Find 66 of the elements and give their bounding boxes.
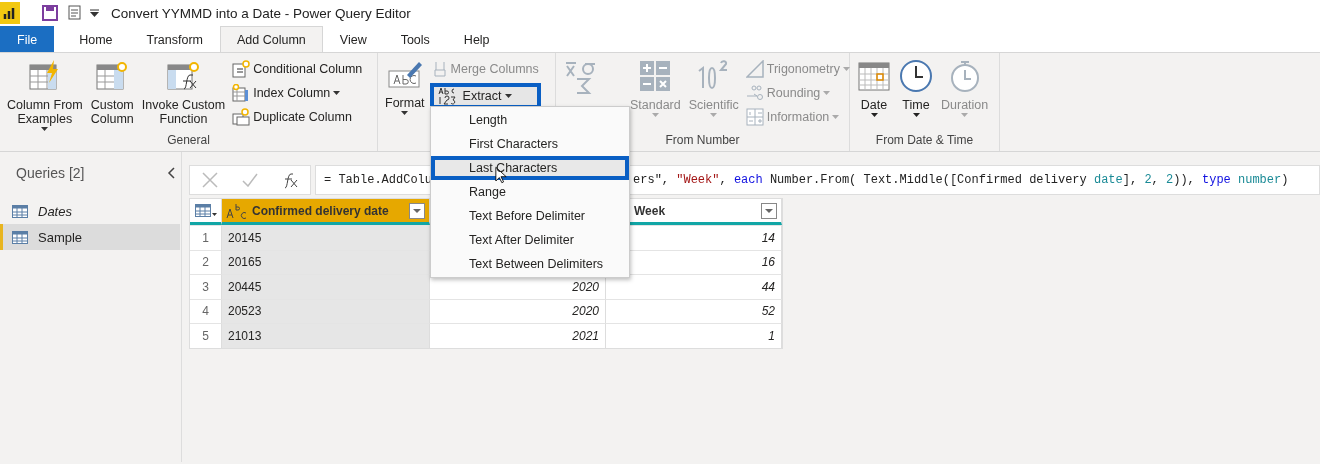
- file-tab[interactable]: File: [0, 26, 55, 52]
- text-type-icon: [226, 202, 248, 219]
- ribbon-button[interactable]: Index Column: [230, 83, 365, 103]
- format-button[interactable]: Format: [382, 57, 428, 151]
- duplicate-icon: [232, 108, 251, 126]
- ribbon-button[interactable]: Date: [854, 57, 894, 133]
- column-header[interactable]: Confirmed delivery date: [222, 199, 430, 225]
- table-icon: [12, 204, 28, 218]
- table-icon: [12, 230, 28, 244]
- fx-icon[interactable]: [282, 171, 298, 189]
- group-label: From Number: [665, 133, 740, 149]
- app-logo-icon: [0, 2, 20, 24]
- index-icon: [232, 84, 251, 102]
- caret-icon: [823, 91, 831, 95]
- caret-icon: [504, 94, 512, 98]
- query-item[interactable]: Dates: [0, 198, 180, 224]
- query-item[interactable]: Sample: [0, 224, 180, 250]
- caret-icon: [961, 113, 969, 117]
- rounding-icon: [745, 84, 764, 102]
- table-cell: 20145: [222, 225, 430, 250]
- ribbon-button[interactable]: Duplicate Column: [230, 107, 365, 127]
- group-label: From Date & Time: [875, 133, 974, 149]
- menu-item[interactable]: First Characters: [431, 132, 629, 156]
- table-sun-icon: [95, 59, 130, 93]
- conditional-icon: [232, 60, 251, 78]
- ribbon-tab[interactable]: Add Column: [220, 26, 323, 52]
- table-cell: 20523: [222, 298, 430, 323]
- table-cell: 2020: [430, 298, 606, 323]
- merge-icon: [431, 61, 448, 77]
- filter-dropdown-icon[interactable]: [409, 202, 425, 219]
- abc-pencil-icon: [386, 59, 423, 91]
- table-cell: 21013: [222, 323, 430, 348]
- caret-icon: [710, 113, 718, 117]
- table-cell: 20165: [222, 249, 430, 274]
- customize-caret-icon[interactable]: [90, 9, 99, 17]
- ribbon-button[interactable]: Conditional Column: [230, 59, 365, 79]
- check-icon[interactable]: [242, 173, 258, 187]
- table-menu-icon[interactable]: [194, 204, 217, 217]
- caret-icon: [912, 113, 920, 117]
- ribbon-button[interactable]: Custom Column: [87, 57, 137, 133]
- caret-icon: [651, 113, 659, 117]
- ribbon-button[interactable]: Column From Examples: [4, 57, 86, 133]
- group-label: General: [167, 133, 210, 149]
- formula-text: = Table.AddColu: [324, 173, 433, 187]
- filter-dropdown-icon[interactable]: [761, 202, 777, 219]
- table-cell: 2021: [430, 323, 606, 348]
- caret-icon: [832, 115, 840, 119]
- ribbon-button[interactable]: Time: [896, 57, 936, 133]
- formula-text: ers", "Week", each Number.From( Text.Middle([Confirmed delivery date], 2, 2)), type number): [633, 173, 1289, 187]
- queries-title: Queries [2]: [16, 165, 85, 181]
- calendar-icon: [857, 59, 891, 93]
- extract-button[interactable]: Extract: [429, 83, 541, 109]
- window-title: Convert YYMMD into a Date - Power Query Editor: [111, 5, 411, 21]
- triangle-icon: [745, 60, 764, 78]
- clock-icon: [899, 59, 933, 93]
- ribbon-button[interactable]: Invoke Custom Function: [138, 57, 229, 133]
- arithmetic-icon: [638, 59, 673, 93]
- info-grid-icon: [745, 108, 764, 126]
- save-icon[interactable]: [42, 5, 58, 21]
- table-cell: 1: [606, 323, 782, 348]
- collapse-icon[interactable]: [167, 167, 175, 179]
- table-cell: 52: [606, 298, 782, 323]
- caret-icon: [842, 67, 850, 71]
- table-cell: 20445: [222, 274, 430, 299]
- caret-icon: [870, 113, 878, 117]
- table-fx-icon: [166, 59, 201, 93]
